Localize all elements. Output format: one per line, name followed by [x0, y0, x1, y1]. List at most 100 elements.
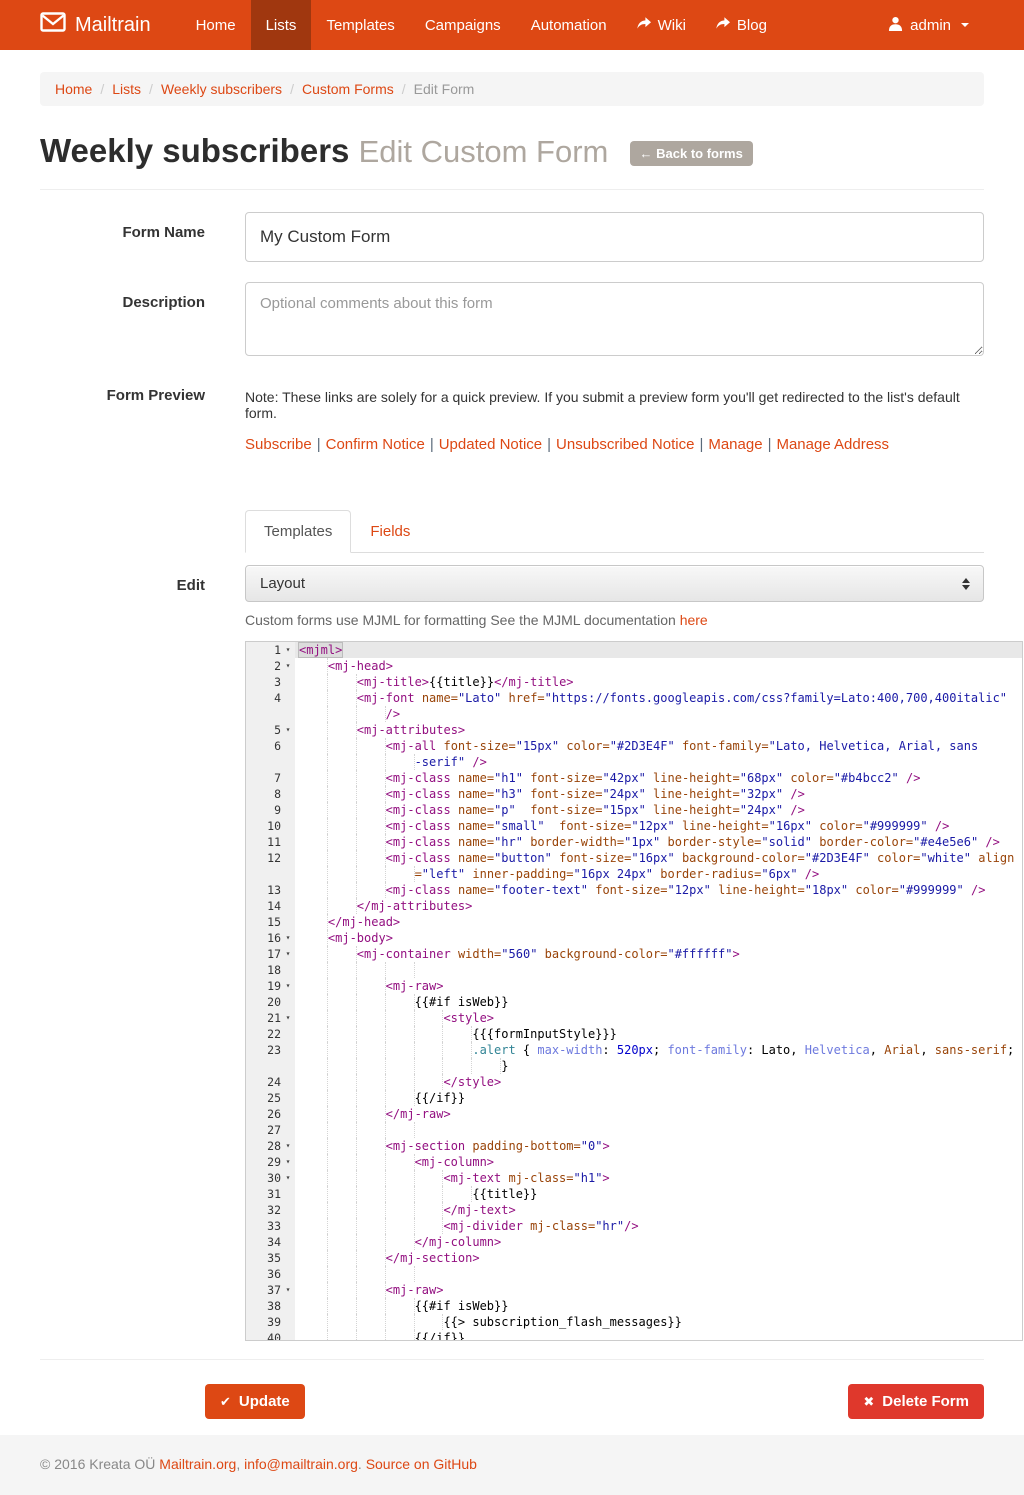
editor-line[interactable]: <mj-all font-size="15px" color="#2D3E4F"…: [295, 738, 1022, 754]
editor-line[interactable]: <mj-raw>: [295, 1282, 1022, 1298]
nav-item-lists[interactable]: Lists: [251, 0, 312, 50]
update-button[interactable]: ✔ Update: [205, 1384, 305, 1419]
editor-line[interactable]: <mj-class name="h1" font-size="42px" lin…: [295, 770, 1022, 786]
fold-icon[interactable]: ▾: [281, 722, 295, 738]
actions-bar: ✔ Update ✖ Delete Form: [40, 1384, 984, 1419]
editor-line[interactable]: -serif" />: [295, 754, 1022, 770]
nav-item-blog[interactable]: Blog: [701, 0, 782, 50]
fold-icon[interactable]: ▾: [281, 1154, 295, 1170]
template-select[interactable]: Layout: [245, 565, 984, 602]
mjml-help-text: Custom forms use MJML for formatting See…: [245, 612, 984, 628]
tab-templates[interactable]: Templates: [245, 510, 351, 553]
description-textarea[interactable]: [245, 282, 984, 356]
editor-line[interactable]: {{/if}}: [295, 1330, 1022, 1340]
footer-link-mailtrain-org[interactable]: Mailtrain.org: [159, 1456, 236, 1472]
editor-line[interactable]: <mj-container width="560" background-col…: [295, 946, 1022, 962]
editor-line[interactable]: {{#if isWeb}}: [295, 994, 1022, 1010]
nav-item-wiki[interactable]: Wiki: [622, 0, 701, 50]
editor-line[interactable]: <mj-class name="small" font-size="12px" …: [295, 818, 1022, 834]
editor-line[interactable]: <mj-column>: [295, 1154, 1022, 1170]
preview-link-confirm-notice[interactable]: Confirm Notice: [326, 436, 425, 453]
breadcrumb: Home/Lists/Weekly subscribers/Custom For…: [40, 72, 984, 106]
preview-link-manage[interactable]: Manage: [708, 436, 762, 453]
fold-icon[interactable]: ▾: [281, 642, 295, 658]
editor-line[interactable]: />: [295, 706, 1022, 722]
fold-icon[interactable]: ▾: [281, 1170, 295, 1186]
editor-line[interactable]: <mj-class name="hr" border-width="1px" b…: [295, 834, 1022, 850]
editor-line[interactable]: <mj-class name="footer-text" font-size="…: [295, 882, 1022, 898]
editor-line[interactable]: </mj-column>: [295, 1234, 1022, 1250]
breadcrumb-link-custom-forms[interactable]: Custom Forms: [302, 81, 394, 97]
editor-line[interactable]: .alert { max-width: 520px; font-family: …: [295, 1042, 1022, 1058]
editor-line[interactable]: <mj-font name="Lato" href="https://fonts…: [295, 690, 1022, 706]
fold-icon[interactable]: ▾: [281, 1282, 295, 1298]
external-share-icon: [716, 17, 730, 34]
editor-line[interactable]: {{title}}: [295, 1186, 1022, 1202]
editor-line[interactable]: <mj-divider mj-class="hr"/>: [295, 1218, 1022, 1234]
back-to-forms-button[interactable]: ← Back to forms: [630, 141, 753, 166]
editor-line[interactable]: [295, 962, 1022, 978]
editor-line[interactable]: {{/if}}: [295, 1090, 1022, 1106]
editor-line[interactable]: <mj-attributes>: [295, 722, 1022, 738]
delete-form-button[interactable]: ✖ Delete Form: [848, 1384, 984, 1419]
editor-line[interactable]: <mj-section padding-bottom="0">: [295, 1138, 1022, 1154]
editor-line-number: 9: [246, 802, 295, 818]
editor-line[interactable]: }: [295, 1058, 1022, 1074]
nav-item-automation[interactable]: Automation: [516, 0, 622, 50]
preview-link-subscribe[interactable]: Subscribe: [245, 436, 312, 453]
editor-line[interactable]: </style>: [295, 1074, 1022, 1090]
editor-line[interactable]: {{> subscription_flash_messages}}: [295, 1314, 1022, 1330]
editor-code-area[interactable]: <mjml><mj-head><mj-title>{{title}}</mj-t…: [295, 642, 1022, 1340]
editor-line[interactable]: {{{formInputStyle}}}: [295, 1026, 1022, 1042]
mjml-doc-link[interactable]: here: [680, 612, 708, 628]
user-menu[interactable]: admin: [873, 0, 984, 50]
external-share-icon: [637, 17, 651, 34]
footer-link-source-on-github[interactable]: Source on GitHub: [366, 1456, 477, 1472]
fold-icon[interactable]: ▾: [281, 1010, 295, 1026]
fold-icon[interactable]: ▾: [281, 930, 295, 946]
editor-line[interactable]: <mj-class name="h3" font-size="24px" lin…: [295, 786, 1022, 802]
editor-line-number: 6: [246, 738, 295, 754]
editor-line[interactable]: <mj-head>: [295, 658, 1022, 674]
editor-line[interactable]: <mjml>: [295, 642, 1022, 658]
form-name-input[interactable]: [245, 212, 984, 262]
divider: [40, 1359, 984, 1360]
editor-line[interactable]: <mj-title>{{title}}</mj-title>: [295, 674, 1022, 690]
editor-line[interactable]: <mj-class name="button" font-size="16px"…: [295, 850, 1022, 866]
fold-icon[interactable]: ▾: [281, 946, 295, 962]
fold-icon[interactable]: ▾: [281, 978, 295, 994]
editor-line[interactable]: </mj-attributes>: [295, 898, 1022, 914]
tab-fields[interactable]: Fields: [351, 510, 429, 553]
editor-line[interactable]: <mj-text mj-class="h1">: [295, 1170, 1022, 1186]
breadcrumb-link-weekly-subscribers[interactable]: Weekly subscribers: [161, 81, 282, 97]
nav-item-templates[interactable]: Templates: [311, 0, 409, 50]
editor-line[interactable]: {{#if isWeb}}: [295, 1298, 1022, 1314]
editor-line[interactable]: </mj-text>: [295, 1202, 1022, 1218]
editor-line[interactable]: <mj-class name="p" font-size="15px" line…: [295, 802, 1022, 818]
nav-item-home[interactable]: Home: [181, 0, 251, 50]
editor-line[interactable]: </mj-raw>: [295, 1106, 1022, 1122]
editor-line[interactable]: [295, 1122, 1022, 1138]
footer-link-info-mailtrain-org[interactable]: info@mailtrain.org: [244, 1456, 358, 1472]
breadcrumb-link-home[interactable]: Home: [55, 81, 92, 97]
brand-link[interactable]: Mailtrain: [40, 0, 171, 50]
editor-line[interactable]: ="left" inner-padding="16px 24px" border…: [295, 866, 1022, 882]
page: Mailtrain HomeListsTemplatesCampaignsAut…: [0, 0, 1024, 1495]
fold-icon[interactable]: ▾: [281, 1138, 295, 1154]
preview-link-unsubscribed-notice[interactable]: Unsubscribed Notice: [556, 436, 694, 453]
nav-item-campaigns[interactable]: Campaigns: [410, 0, 516, 50]
editor-line[interactable]: <style>: [295, 1010, 1022, 1026]
code-editor[interactable]: 1▾2▾345▾678910111213141516▾17▾1819▾2021▾…: [245, 641, 1023, 1341]
preview-link-updated-notice[interactable]: Updated Notice: [439, 436, 542, 453]
preview-link-manage-address[interactable]: Manage Address: [776, 436, 889, 453]
editor-line[interactable]: <mj-body>: [295, 930, 1022, 946]
editor-line[interactable]: </mj-head>: [295, 914, 1022, 930]
breadcrumb-separator: /: [92, 81, 112, 97]
breadcrumb-link-lists[interactable]: Lists: [112, 81, 141, 97]
fold-icon[interactable]: ▾: [281, 658, 295, 674]
editor-line[interactable]: <mj-raw>: [295, 978, 1022, 994]
editor-line-number: 33: [246, 1218, 295, 1234]
editor-line-number: 16▾: [246, 930, 295, 946]
editor-line[interactable]: [295, 1266, 1022, 1282]
editor-line[interactable]: </mj-section>: [295, 1250, 1022, 1266]
